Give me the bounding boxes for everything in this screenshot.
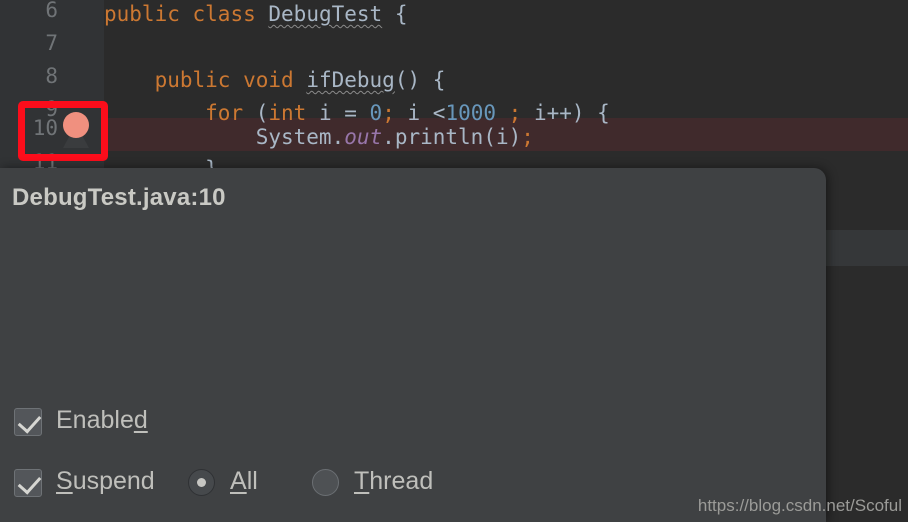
suspend-policy-thread-radio[interactable] bbox=[312, 469, 339, 496]
code-token: void bbox=[243, 68, 294, 92]
code-line: for (int i = 0; i <1000 ; i++) { bbox=[104, 101, 610, 125]
watermark: https://blog.csdn.net/Scoful bbox=[697, 496, 902, 515]
code-token: int bbox=[268, 101, 307, 125]
dialog-title: DebugTest.java:10 bbox=[12, 184, 226, 211]
code-token: ifDebug bbox=[306, 68, 395, 92]
code-token: i = bbox=[306, 101, 370, 125]
background-strip bbox=[826, 230, 908, 266]
code-token: out bbox=[344, 125, 383, 149]
annotation-breakpoint-box bbox=[18, 101, 108, 161]
enabled-label: Enabled bbox=[56, 406, 148, 434]
code-line: System.out.println(i); bbox=[104, 125, 534, 149]
code-token: public bbox=[154, 68, 231, 92]
suspend-policy-thread-label: Thread bbox=[354, 467, 434, 495]
suspend-policy-all-label: All bbox=[230, 467, 258, 495]
code-token: ; bbox=[521, 125, 534, 149]
code-token: ; bbox=[382, 101, 395, 125]
code-token: System. bbox=[255, 125, 345, 149]
code-area[interactable]: public class DebugTest { public void ifD… bbox=[104, 0, 908, 181]
code-token: () { bbox=[394, 68, 446, 92]
breakpoint-properties-dialog: DebugTest.java:10 Enabled Suspend All Th… bbox=[0, 168, 826, 522]
enabled-checkbox[interactable] bbox=[14, 408, 42, 436]
code-token: { bbox=[382, 2, 408, 26]
code-token: DebugTest bbox=[268, 2, 383, 26]
code-token: 1000 bbox=[445, 101, 497, 125]
code-token: for bbox=[205, 101, 244, 125]
code-token: .println(i) bbox=[382, 125, 522, 149]
gutter-line-number: 6 bbox=[45, 0, 58, 22]
suspend-policy-all-radio[interactable] bbox=[188, 469, 215, 496]
code-token: i++) { bbox=[521, 101, 610, 125]
code-line: public void ifDebug() { bbox=[104, 68, 446, 92]
code-token: i < bbox=[394, 101, 446, 125]
gutter-line-number: 7 bbox=[45, 31, 58, 55]
suspend-checkbox[interactable] bbox=[14, 469, 42, 497]
gutter-line-number: 8 bbox=[45, 64, 58, 88]
code-token: public bbox=[104, 2, 180, 26]
code-token: ( bbox=[243, 101, 269, 125]
code-token: class bbox=[192, 2, 256, 26]
code-token: ; bbox=[508, 101, 522, 125]
screenshot-root: public class DebugTest { public void ifD… bbox=[0, 0, 908, 522]
code-token: 0 bbox=[369, 101, 383, 125]
suspend-label: Suspend bbox=[56, 467, 155, 495]
code-line: public class DebugTest { bbox=[104, 2, 407, 26]
